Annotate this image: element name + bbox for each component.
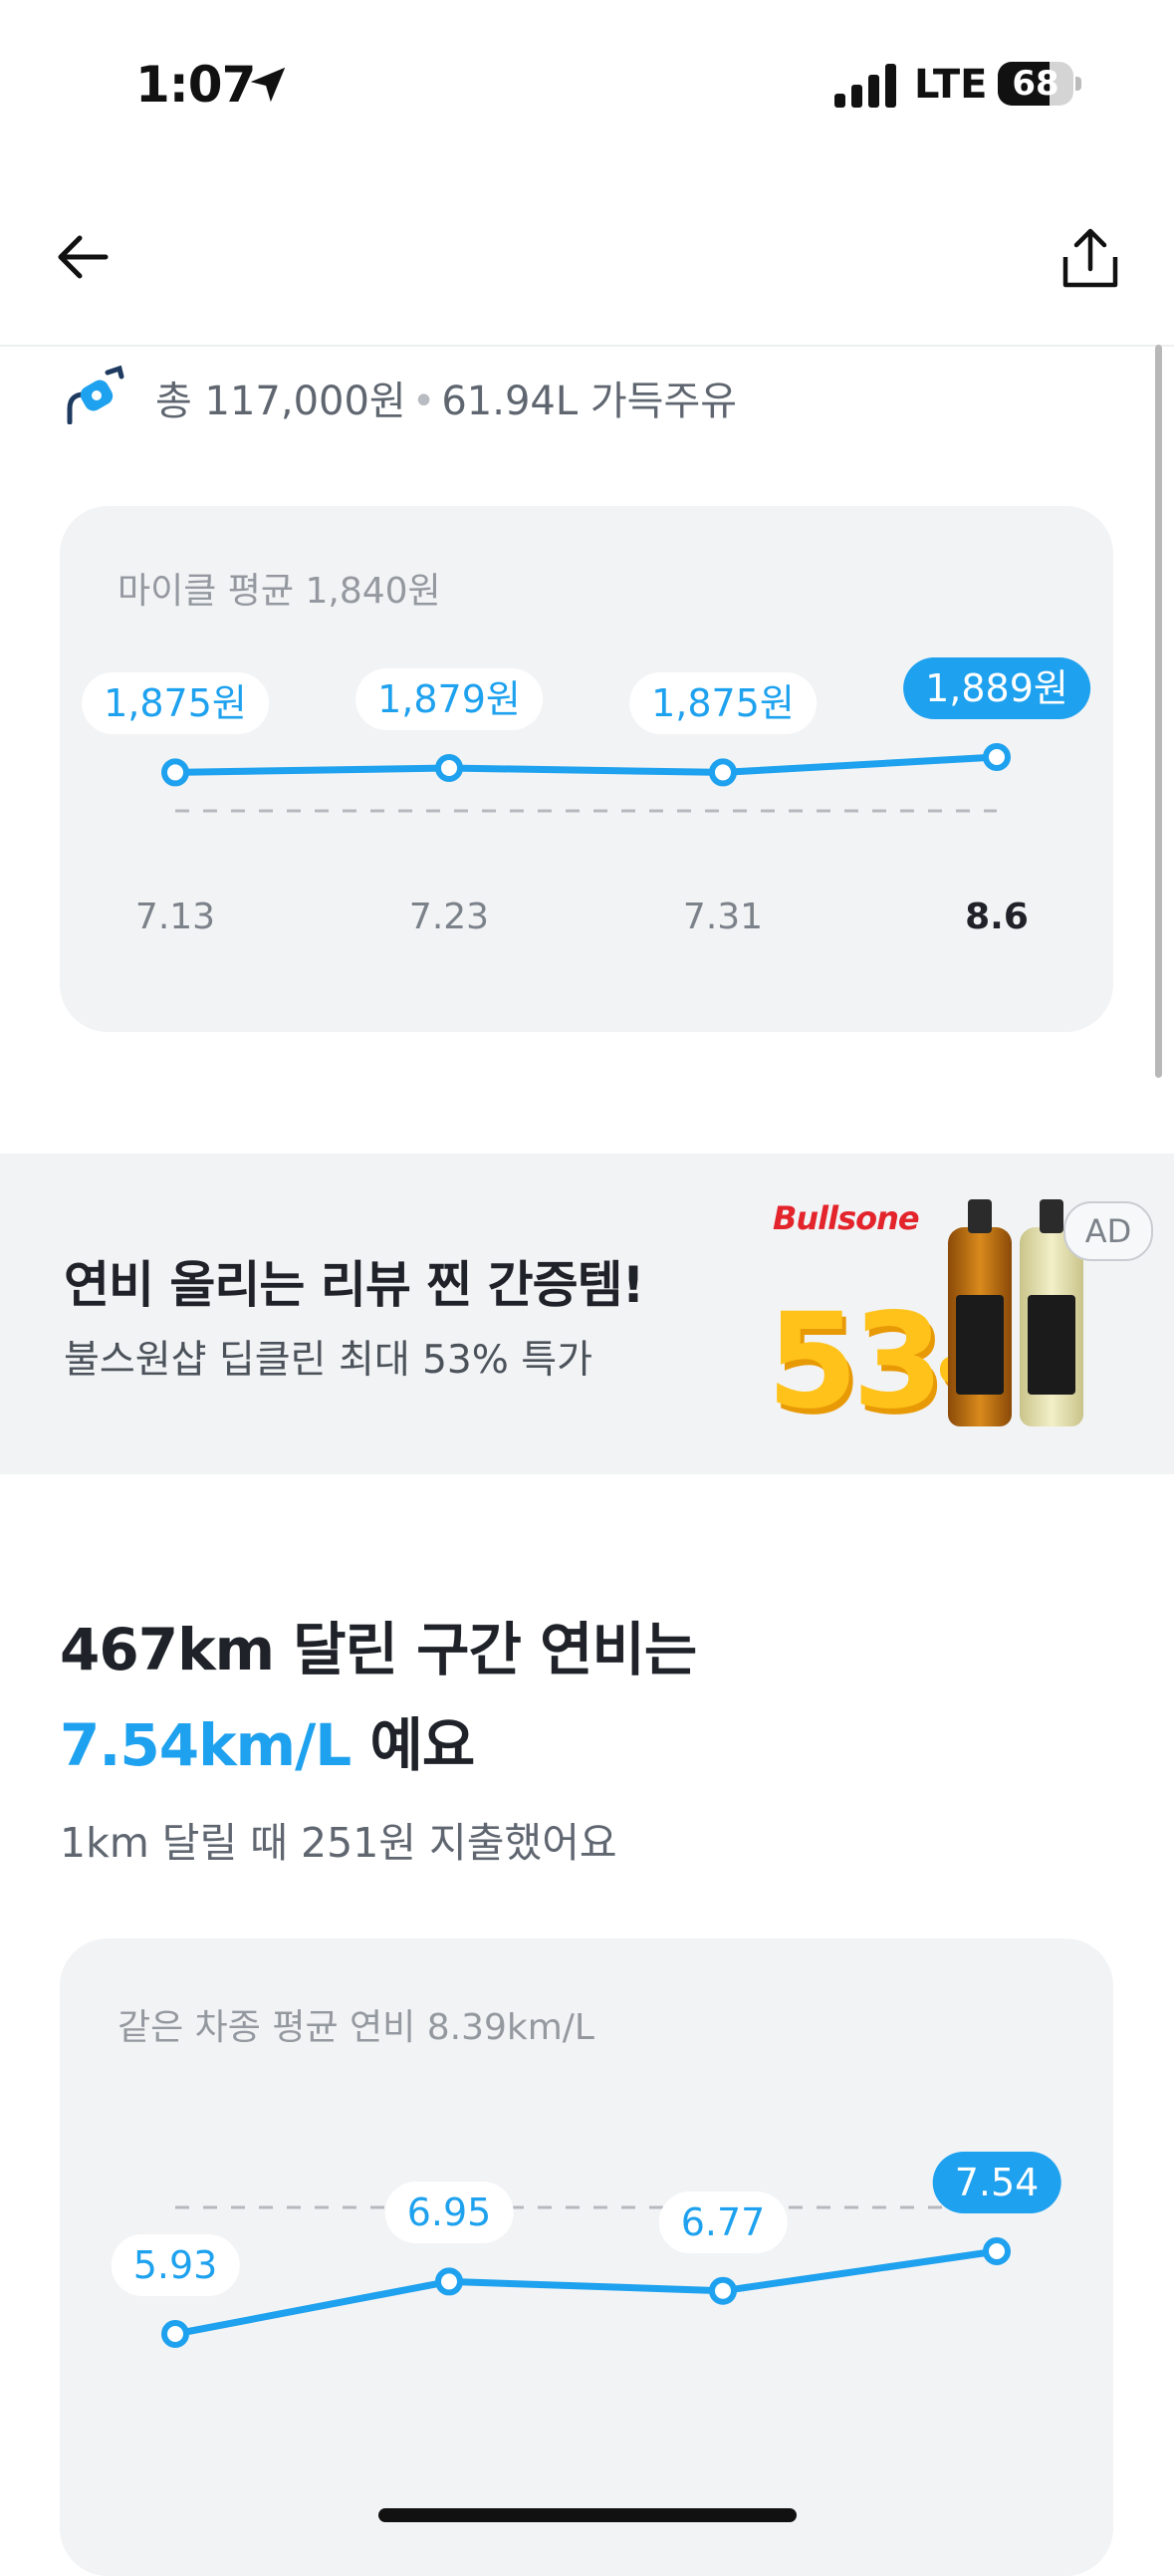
efficiency-chart-point[interactable] bbox=[983, 2237, 1011, 2265]
efficiency-chart-point[interactable] bbox=[709, 2276, 737, 2305]
efficiency-chart-series-line bbox=[174, 2247, 998, 2338]
home-indicator[interactable] bbox=[378, 2508, 797, 2522]
efficiency-chart-data-label: 6.77 bbox=[658, 2190, 788, 2253]
efficiency-chart-point[interactable] bbox=[161, 2320, 189, 2348]
efficiency-chart-data-label: 5.93 bbox=[111, 2234, 240, 2296]
efficiency-chart-data-label: 7.54 bbox=[932, 2152, 1061, 2213]
efficiency-chart-point[interactable] bbox=[435, 2267, 463, 2296]
efficiency-chart-data-label: 6.95 bbox=[384, 2182, 514, 2244]
